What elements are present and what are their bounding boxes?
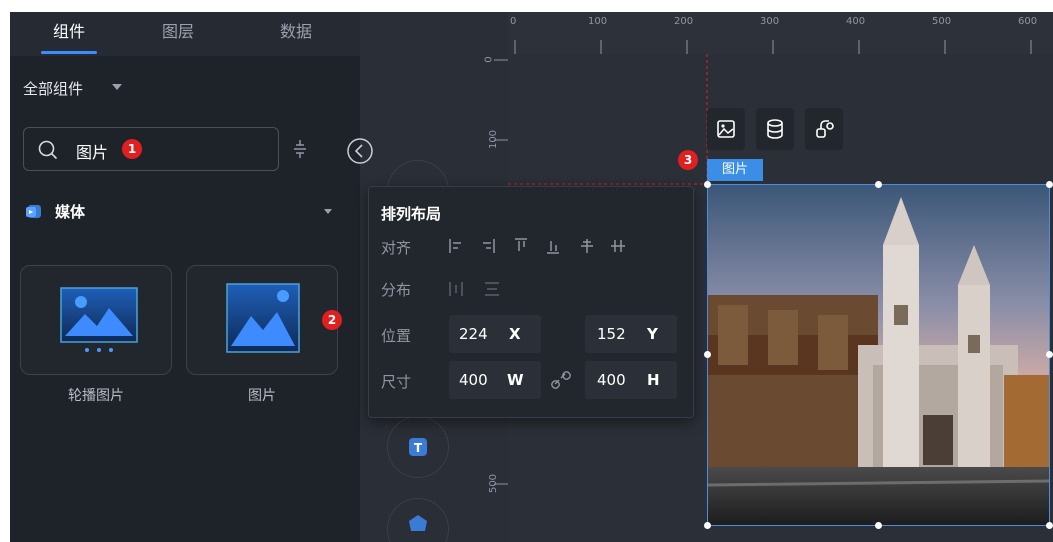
ruler-ticks <box>514 40 1032 54</box>
position-label: 位置 <box>381 327 412 345</box>
ruler-label: 600 <box>1018 16 1038 27</box>
tab-components[interactable]: 组件 <box>29 18 109 42</box>
carousel-image-icon <box>60 287 138 352</box>
component-label-image: 图片 <box>248 388 276 404</box>
step-badge-3: 3 <box>678 150 698 170</box>
position-x-unit: X <box>509 325 521 343</box>
resize-handle[interactable] <box>704 522 711 529</box>
resize-handle[interactable] <box>704 181 711 188</box>
resize-handle[interactable] <box>875 181 882 188</box>
size-height-input[interactable]: 400 H <box>585 361 677 399</box>
ruler-label: 200 <box>674 16 694 27</box>
category-chevron-icon[interactable] <box>324 209 332 214</box>
step-badge-1: 1 <box>122 139 142 159</box>
interaction-button[interactable] <box>805 108 843 150</box>
tab-data[interactable]: 数据 <box>256 18 336 42</box>
size-label: 尺寸 <box>381 373 412 391</box>
text-tool-icon: T <box>409 438 427 456</box>
search-icon <box>38 140 58 160</box>
component-card-carousel[interactable] <box>20 265 172 375</box>
align-icons <box>449 238 625 254</box>
size-width-unit: W <box>507 371 524 389</box>
link-shape-icon <box>816 120 834 138</box>
position-x-input[interactable]: 224 X <box>449 315 541 353</box>
position-y-value: 152 <box>597 325 626 343</box>
popup-title: 排列布局 <box>381 205 442 223</box>
tool-button-text[interactable]: T <box>387 416 449 478</box>
resize-handle[interactable] <box>1046 522 1053 529</box>
replace-image-button[interactable] <box>707 108 745 150</box>
search-value: 图片 <box>76 143 109 162</box>
app-window: 组件 图层 数据 全部组件 图片 1 媒体 轮播图片 图片 2 T 0 100 … <box>10 12 1053 542</box>
media-category-icon <box>26 205 41 218</box>
sort-icon[interactable] <box>290 138 310 160</box>
resize-handle[interactable] <box>1046 181 1053 188</box>
database-icon <box>767 119 783 139</box>
chevron-down-icon[interactable] <box>112 84 122 90</box>
ruler-label: 300 <box>760 16 780 27</box>
selected-component-label: 图片 <box>707 159 763 181</box>
size-height-unit: H <box>647 371 660 389</box>
resize-handle[interactable] <box>875 522 882 529</box>
lock-ratio-icon[interactable] <box>551 370 573 390</box>
component-filter-dropdown[interactable]: 全部组件 <box>23 78 83 99</box>
category-label[interactable]: 媒体 <box>55 201 85 222</box>
selected-image-component[interactable] <box>707 184 1050 526</box>
size-width-value: 400 <box>459 371 488 389</box>
component-card-image[interactable] <box>186 265 338 375</box>
position-x-value: 224 <box>459 325 488 343</box>
cathedral-photo <box>708 185 1049 525</box>
component-label-carousel: 轮播图片 <box>68 388 124 404</box>
data-source-button[interactable] <box>756 108 794 150</box>
component-panel: 组件 图层 数据 全部组件 图片 1 媒体 轮播图片 图片 2 <box>10 12 360 542</box>
ruler-label: 100 <box>588 16 608 27</box>
tab-layers[interactable]: 图层 <box>138 18 218 42</box>
ruler-label: 400 <box>846 16 866 27</box>
panel-tabs: 组件 图层 数据 <box>10 12 360 56</box>
active-tab-indicator <box>41 51 97 54</box>
size-height-value: 400 <box>597 371 626 389</box>
position-y-unit: Y <box>647 325 658 343</box>
distribute-icons <box>449 282 499 296</box>
size-width-input[interactable]: 400 W <box>449 361 541 399</box>
shape-tool-icon <box>409 515 427 531</box>
horizontal-ruler: 0 100 200 300 400 500 600 <box>508 12 1053 54</box>
distribute-label: 分布 <box>381 281 412 299</box>
layout-popup: 排列布局 对齐 分布 位置 224 X 152 Y 尺寸 400 W 400 H <box>368 186 694 418</box>
position-y-input[interactable]: 152 Y <box>585 315 677 353</box>
image-icon <box>717 120 735 138</box>
image-icon <box>226 283 300 353</box>
ruler-label: 500 <box>932 16 952 27</box>
svg-text:T: T <box>414 441 423 455</box>
resize-handle[interactable] <box>1046 351 1053 358</box>
search-input[interactable]: 图片 1 <box>23 127 279 171</box>
step-badge-2: 2 <box>322 310 342 330</box>
ruler-label: 0 <box>510 16 517 27</box>
align-label: 对齐 <box>381 239 412 257</box>
collapse-panel-icon[interactable] <box>346 137 374 165</box>
resize-handle[interactable] <box>704 351 711 358</box>
